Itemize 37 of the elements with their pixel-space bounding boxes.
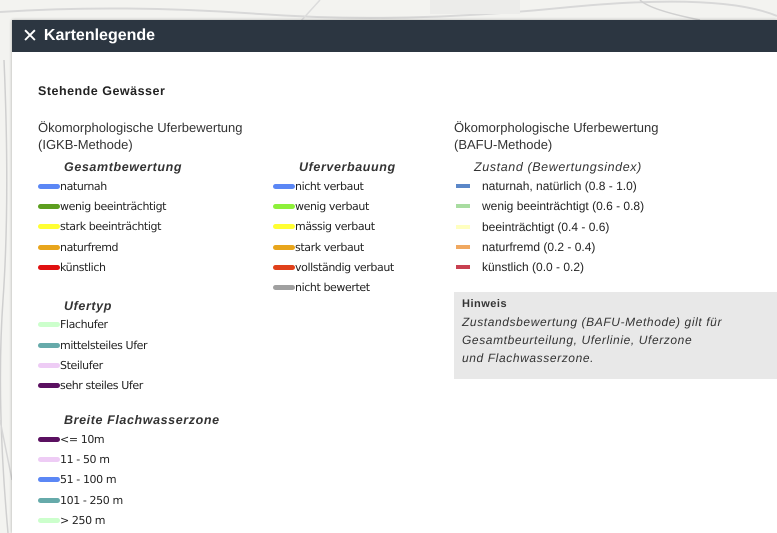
legend-label: naturnah xyxy=(60,180,107,193)
legend-label: 101 - 250 m xyxy=(60,494,123,506)
group-heading: Gesamtbewertung xyxy=(64,159,184,176)
legend-label: > 250 m xyxy=(60,514,106,527)
window-title: Kartenlegende xyxy=(44,27,156,45)
legend-label: nicht bewertet xyxy=(295,281,370,294)
legend-label: wenig verbaut xyxy=(295,200,369,213)
legend-label: vollständig verbaut xyxy=(295,260,394,274)
legend-label: naturfremd xyxy=(60,240,118,254)
legend-label: künstlich xyxy=(60,260,106,274)
legend-label: 11 - 50 m xyxy=(60,452,110,466)
legend-label: wenig beeinträchtigt xyxy=(60,200,166,213)
close-button[interactable]: ✕ xyxy=(22,25,38,47)
group-heading: Uferverbauung xyxy=(299,159,397,176)
note-title: Hinweis xyxy=(462,298,508,310)
note-text: Zustandsbewertung (BAFU-Methode) gilt für Gesamtbeurteilung, Uferlinie, Uferzone und Flachwasserzone. xyxy=(462,314,724,368)
legend-label: Steilufer xyxy=(60,359,103,372)
legend-label: mässig verbaut xyxy=(295,220,375,234)
group-heading: Zustand (Bewertungsindex) xyxy=(474,159,643,176)
legend-label: nicht verbaut xyxy=(295,180,364,193)
legend-label: Flachufer xyxy=(60,318,108,332)
legend-title: Ökomorphologische Uferbewertung (BAFU-Methode) xyxy=(454,119,660,153)
legend-label: beeinträchtigt (0.4 - 0.6) xyxy=(482,220,610,234)
section-title: Stehende Gewässer xyxy=(38,84,166,98)
legend-label: <= 10m xyxy=(60,432,104,446)
group-heading: Ufertyp xyxy=(64,298,113,315)
legend-title: Ökomorphologische Uferbewertung (IGKB-Methode) xyxy=(38,119,244,153)
legend-label: sehr steiles Ufer xyxy=(60,379,143,392)
legend-label: wenig beeinträchtigt (0.6 - 0.8) xyxy=(482,199,644,214)
legend-label: mittelsteiles Ufer xyxy=(60,338,148,352)
legend-label: naturfremd (0.2 - 0.4) xyxy=(482,240,596,254)
group-heading: Breite Flachwasserzone xyxy=(64,412,221,429)
legend-label: künstlich (0.0 - 0.2) xyxy=(482,260,584,274)
legend-label: 51 - 100 m xyxy=(60,473,116,486)
legend-label: stark verbaut xyxy=(295,240,364,254)
legend-label: stark beeinträchtigt xyxy=(60,220,161,234)
legend-label: naturnah, natürlich (0.8 - 1.0) xyxy=(482,179,637,194)
